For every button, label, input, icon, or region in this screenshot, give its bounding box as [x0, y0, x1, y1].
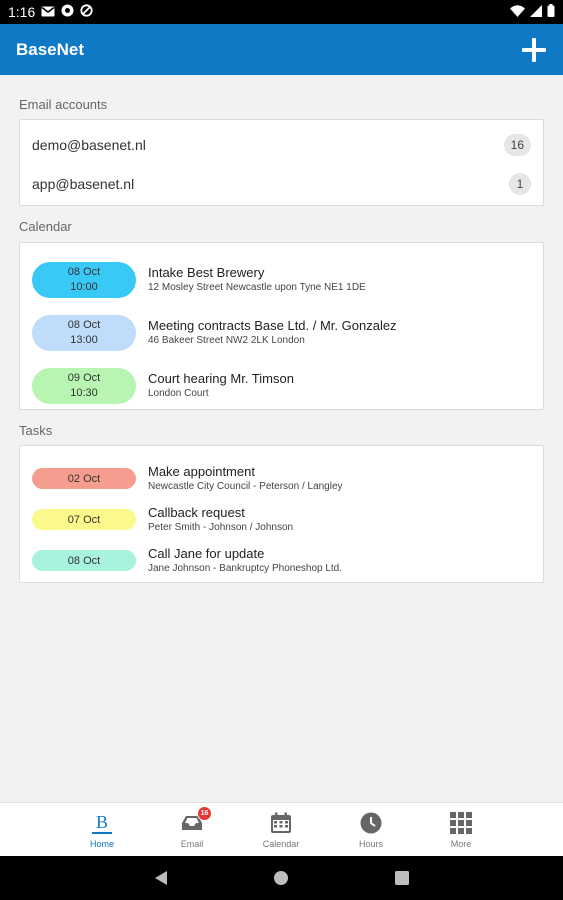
email-address: app@basenet.nl [32, 175, 135, 192]
inbox-icon: 16 [180, 806, 212, 835]
main-content: Email accounts demo@basenet.nl 16 app@ba… [0, 75, 563, 802]
event-date: 09 Oct [67, 371, 101, 384]
nav-label: Hours [358, 839, 383, 849]
task-row[interactable]: 07 Oct Callback request Peter Smith - Jo… [32, 499, 531, 540]
camera-icon [61, 4, 74, 20]
calendar-event-row[interactable]: 08 Oct 13:00 Meeting contracts Base Ltd.… [32, 306, 531, 359]
status-time: 1:16 [8, 4, 36, 20]
app-title: BaseNet [16, 39, 85, 59]
task-date: 08 Oct [67, 554, 101, 567]
task-title: Make appointment [148, 464, 255, 479]
back-icon[interactable] [141, 856, 181, 900]
gmail-icon [41, 4, 55, 20]
task-row[interactable]: 02 Oct Make appointment Newcastle City C… [32, 458, 531, 499]
event-date-pill: 09 Oct 10:30 [32, 367, 136, 404]
nav-item-home[interactable]: B Home [67, 803, 137, 857]
unread-count-badge: 1 [509, 172, 531, 195]
email-badge: 16 [197, 806, 212, 821]
task-title: Call Jane for update [148, 546, 265, 561]
task-detail: Peter Smith - Johnson / Johnson [148, 522, 294, 533]
app-bar: BaseNet [0, 24, 563, 75]
calendar-event-row[interactable]: 08 Oct 10:00 Intake Best Brewery 12 Mosl… [32, 253, 531, 306]
clock-icon [359, 811, 383, 835]
task-title: Callback request [148, 505, 245, 520]
event-date: 08 Oct [67, 318, 101, 331]
event-title: Meeting contracts Base Ltd. / Mr. Gonzal… [148, 318, 397, 333]
email-section-title: Email accounts [19, 97, 108, 112]
task-date-pill: 07 Oct [32, 509, 136, 530]
event-title: Intake Best Brewery [148, 265, 265, 280]
grid-icon [449, 811, 473, 835]
calendar-card: 08 Oct 10:00 Intake Best Brewery 12 Mosl… [19, 242, 544, 410]
email-address: demo@basenet.nl [32, 136, 146, 153]
battery-icon [547, 4, 555, 20]
home-icon: B [90, 811, 114, 835]
event-title: Court hearing Mr. Timson [148, 371, 294, 386]
recents-icon[interactable] [382, 856, 422, 900]
nav-label: More [450, 839, 472, 849]
nav-item-hours[interactable]: Hours [336, 803, 406, 857]
email-account-row[interactable]: demo@basenet.nl 16 [32, 125, 531, 164]
task-date-pill: 02 Oct [32, 468, 136, 489]
event-location: 46 Bakeer Street NW2 2LK London [148, 335, 305, 346]
home-circle-icon[interactable] [261, 856, 301, 900]
task-detail: Jane Johnson - Bankruptcy Phoneshop Ltd. [148, 563, 343, 574]
task-date-pill: 08 Oct [32, 550, 136, 571]
email-account-row[interactable]: app@basenet.nl 1 [32, 164, 531, 203]
event-time: 10:00 [70, 280, 98, 293]
calendar-event-row[interactable]: 09 Oct 10:30 Court hearing Mr. Timson Lo… [32, 359, 531, 412]
task-date: 02 Oct [67, 472, 101, 485]
event-location: 12 Mosley Street Newcastle upon Tyne NE1… [148, 282, 366, 293]
nav-label: Calendar [262, 839, 300, 849]
event-date-pill: 08 Oct 10:00 [32, 261, 136, 298]
signal-icon [530, 4, 542, 20]
nav-label: Email [180, 839, 204, 849]
event-time: 10:30 [70, 386, 98, 399]
unread-count-badge: 16 [503, 133, 531, 156]
task-row[interactable]: 08 Oct Call Jane for update Jane Johnson… [32, 540, 531, 581]
bottom-nav: B Home 16 Email Calendar Hours More [0, 802, 563, 856]
plus-icon[interactable] [521, 37, 547, 63]
status-bar: 1:16 [0, 0, 563, 24]
tasks-card: 02 Oct Make appointment Newcastle City C… [19, 445, 544, 583]
system-nav-bar [0, 856, 563, 900]
nav-item-email[interactable]: 16 Email [157, 803, 227, 857]
nav-item-more[interactable]: More [426, 803, 496, 857]
nav-item-calendar[interactable]: Calendar [246, 803, 316, 857]
email-accounts-card: demo@basenet.nl 16 app@basenet.nl 1 [19, 119, 544, 206]
event-location: London Court [148, 388, 209, 399]
wifi-icon [510, 4, 525, 20]
tasks-section-title: Tasks [19, 423, 53, 438]
task-detail: Newcastle City Council - Peterson / Lang… [148, 481, 343, 492]
event-date: 08 Oct [67, 265, 101, 278]
blocked-icon [80, 4, 93, 20]
nav-label: Home [89, 839, 114, 849]
calendar-icon [269, 811, 293, 835]
task-date: 07 Oct [67, 513, 101, 526]
event-time: 13:00 [70, 333, 98, 346]
calendar-section-title: Calendar [19, 219, 72, 234]
event-date-pill: 08 Oct 13:00 [32, 314, 136, 351]
